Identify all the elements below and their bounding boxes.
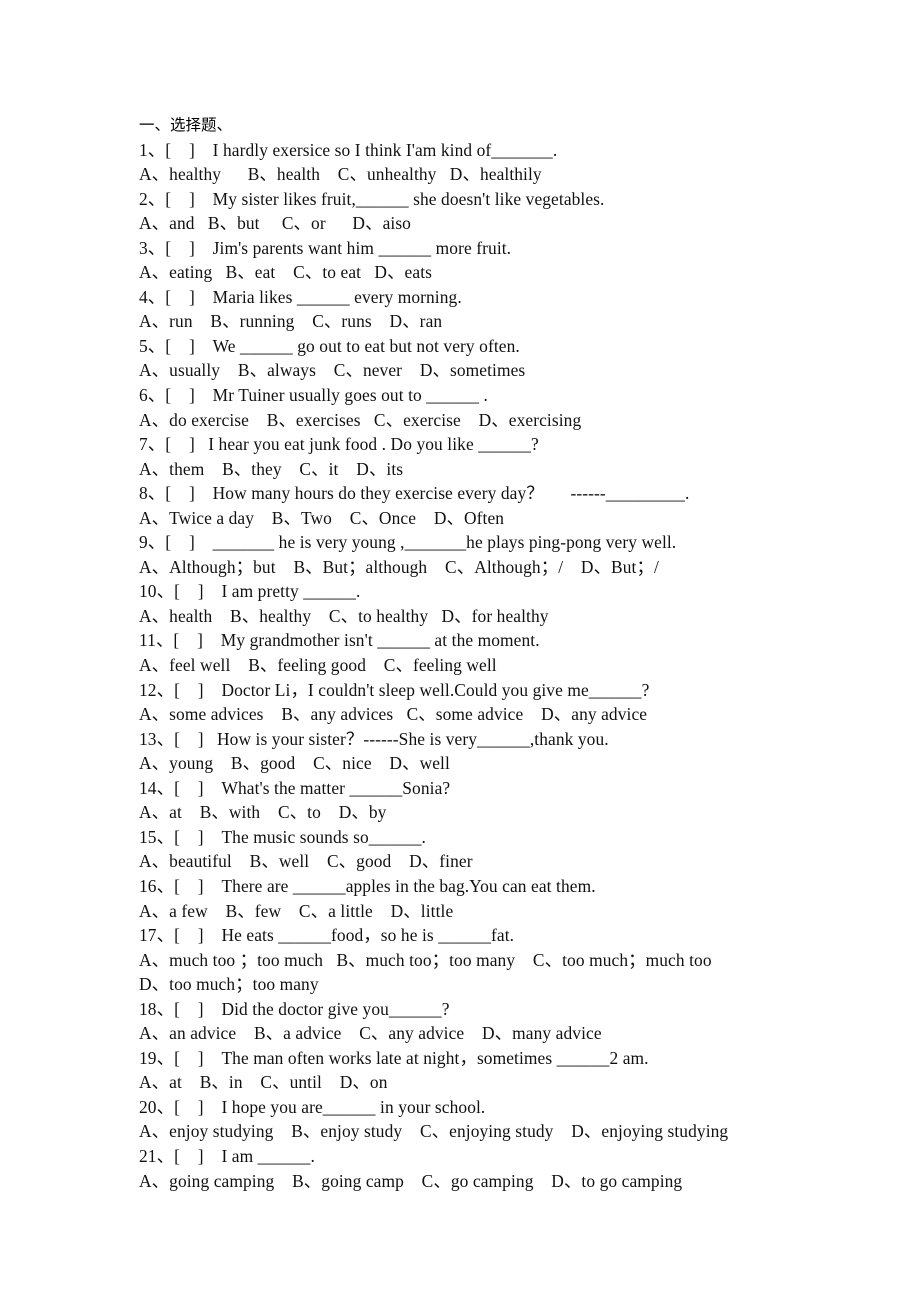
question-stem-1: 1、[ ] I hardly exersice so I think I'am … — [139, 139, 558, 160]
question-options-1: A、healthy B、health C、unhealthy D、healthi… — [139, 164, 542, 185]
question-options-10: A、health B、healthy C、to healthy D、for he… — [139, 605, 549, 626]
question-stem-17: 17、[ ] He eats ______food，so he is _____… — [139, 925, 515, 946]
question-options-18: A、an advice B、a advice C、any advice D、ma… — [139, 1023, 602, 1044]
document-page: 一、选择题、 1、[ ] I hardly exersice so I thin… — [0, 0, 920, 1302]
question-stem-13: 13、[ ] How is your sister？------She is v… — [139, 728, 609, 749]
question-options-12: A、some advices B、any advices C、some advi… — [139, 704, 648, 725]
question-options-13: A、young B、good C、nice D、well — [139, 753, 450, 774]
question-options-4: A、run B、running C、runs D、ran — [139, 311, 443, 332]
question-options-8: A、Twice a day B、Two C、Once D、Often — [139, 507, 505, 528]
question-options-3: A、eating B、eat C、to eat D、eats — [139, 262, 432, 283]
question-stem-10: 10、[ ] I am pretty ______. — [139, 581, 361, 602]
question-options-17: A、much too ；too much B、much too；too many… — [139, 949, 712, 995]
worksheet-content: 一、选择题、 1、[ ] I hardly exersice so I thin… — [139, 113, 839, 1193]
question-stem-8: 8、[ ] How many hours do they exercise ev… — [139, 483, 690, 504]
question-stem-7: 7、[ ] I hear you eat junk food . Do you … — [139, 434, 539, 455]
question-stem-14: 14、[ ] What's the matter ______Sonia? — [139, 777, 451, 798]
section-heading: 一、选择题、 — [139, 116, 233, 134]
question-options-20: A、enjoy studying B、enjoy study C、enjoyin… — [139, 1121, 729, 1142]
question-options-11: A、feel well B、feeling good C、feeling wel… — [139, 655, 497, 676]
question-stem-12: 12、[ ] Doctor Li，I couldn't sleep well.C… — [139, 679, 650, 700]
question-options-2: A、and B、but C、or D、aiso — [139, 213, 411, 234]
question-options-5: A、usually B、always C、never D、sometimes — [139, 360, 526, 381]
question-stem-19: 19、[ ] The man often works late at night… — [139, 1047, 649, 1068]
question-stem-3: 3、[ ] Jim's parents want him ______ more… — [139, 237, 512, 258]
question-stem-11: 11、[ ] My grandmother isn't ______ at th… — [139, 630, 540, 651]
question-options-16: A、a few B、few C、a little D、little — [139, 900, 454, 921]
question-options-21: A、going camping B、going camp C、go campin… — [139, 1170, 683, 1191]
question-stem-2: 2、[ ] My sister likes fruit,______ she d… — [139, 188, 605, 209]
question-options-6: A、do exercise B、exercises C、exercise D、e… — [139, 409, 582, 430]
question-stem-5: 5、[ ] We ______ go out to eat but not ve… — [139, 335, 520, 356]
question-stem-4: 4、[ ] Maria likes ______ every morning. — [139, 286, 462, 307]
question-stem-16: 16、[ ] There are ______apples in the bag… — [139, 875, 596, 896]
question-options-19: A、at B、in C、until D、on — [139, 1072, 388, 1093]
question-stem-18: 18、[ ] Did the doctor give you______? — [139, 998, 450, 1019]
question-stem-9: 9、[ ] _______ he is very young ,_______h… — [139, 532, 677, 553]
question-stem-15: 15、[ ] The music sounds so______. — [139, 826, 426, 847]
question-stem-20: 20、[ ] I hope you are______ in your scho… — [139, 1096, 486, 1117]
question-options-15: A、beautiful B、well C、good D、finer — [139, 851, 473, 872]
question-stem-21: 21、[ ] I am ______. — [139, 1145, 315, 1166]
question-options-7: A、them B、they C、it D、its — [139, 458, 404, 479]
question-options-14: A、at B、with C、to D、by — [139, 802, 387, 823]
question-options-9: A、Although；but B、But；although C、Although… — [139, 556, 659, 577]
question-stem-6: 6、[ ] Mr Tuiner usually goes out to ____… — [139, 385, 488, 406]
